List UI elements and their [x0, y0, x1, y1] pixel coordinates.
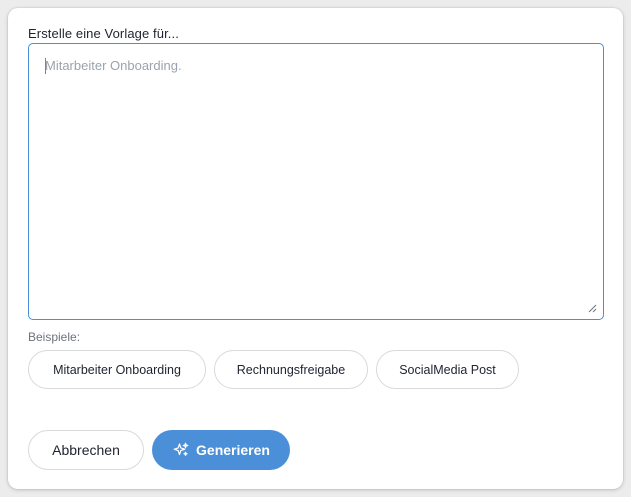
cancel-button[interactable]: Abbrechen — [28, 430, 144, 470]
template-dialog: Erstelle eine Vorlage für... Beispiele: … — [8, 8, 623, 489]
generate-button[interactable]: Generieren — [152, 430, 290, 470]
template-field-label: Erstelle eine Vorlage für... — [28, 26, 179, 41]
template-textarea-wrapper — [28, 43, 604, 320]
generate-button-label: Generieren — [196, 442, 270, 458]
text-caret — [45, 58, 46, 74]
examples-label: Beispiele: — [28, 330, 81, 344]
example-chips: Mitarbeiter Onboarding Rechnungsfreigabe… — [28, 350, 519, 389]
resize-handle-icon[interactable] — [588, 304, 597, 313]
template-textarea[interactable] — [29, 44, 603, 319]
sparkles-icon — [173, 442, 189, 456]
cancel-button-label: Abbrechen — [52, 442, 120, 458]
example-chip-onboarding[interactable]: Mitarbeiter Onboarding — [28, 350, 206, 389]
example-chip-invoice-approval[interactable]: Rechnungsfreigabe — [214, 350, 368, 389]
example-chip-social-media-post[interactable]: SocialMedia Post — [376, 350, 519, 389]
